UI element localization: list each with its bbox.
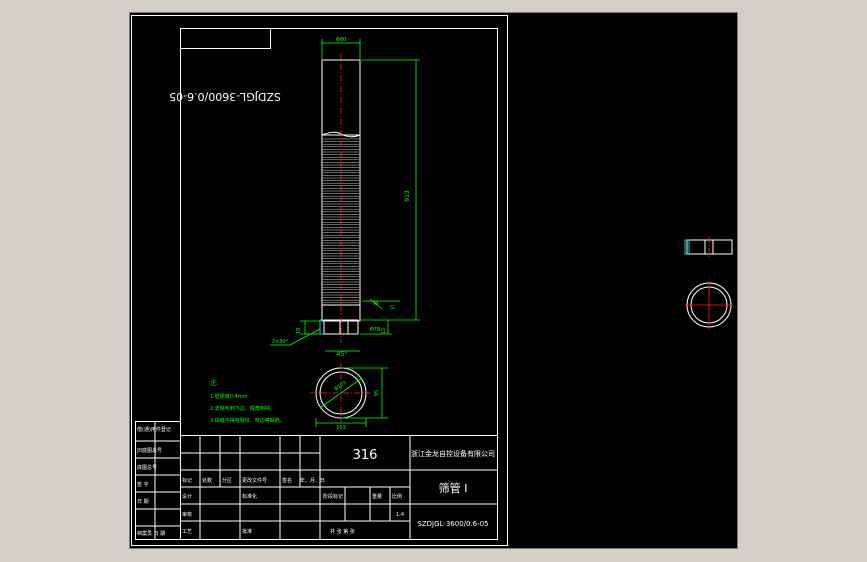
side-archive: 档案员 日 期 xyxy=(137,530,165,537)
note-1: 1.壁厚度0.4mm xyxy=(210,393,248,400)
side-record-panel: 借(通)用件登记 旧底图总号 底图总号 签 字 日 期 档案员 日 期 xyxy=(135,421,181,540)
dim-base-width: Φ78 xyxy=(370,327,380,333)
rotated-code-text: SZDJGL-3600/0.6-05 xyxy=(169,90,281,103)
sheet-label: 共 张 第 张 xyxy=(330,528,355,535)
dim-top-width: Φ80 xyxy=(336,37,346,43)
drawing-number: SZDJGL-3600/0.6-05 xyxy=(417,520,488,528)
rev-zone-label: 分区 xyxy=(222,477,232,484)
standard-label: 标准化 xyxy=(242,493,257,500)
rev-mark-label: 标记 xyxy=(182,477,192,484)
rev-count-label: 处数 xyxy=(202,477,212,484)
scale: 1:4 xyxy=(396,512,404,518)
company: 浙江金龙自控设备有限公司 xyxy=(411,449,495,458)
rotated-code-box: SZDJGL-3600/0.6-05 xyxy=(169,28,281,103)
dim-base-height: 15 xyxy=(381,328,387,334)
dim-height: 913 xyxy=(404,190,411,202)
dim-small: 18 xyxy=(296,328,302,334)
title-block: 标记 处数 分区 更改文件号 签名 年、月、日 设计 标准化 审核 工艺 批准 … xyxy=(180,435,498,540)
check-label: 审核 xyxy=(182,511,192,518)
scale-label: 比例 xyxy=(392,493,402,500)
process-label: 工艺 xyxy=(182,529,192,535)
dim-thread: M xyxy=(373,300,378,307)
section-height: 95 xyxy=(374,390,380,396)
side-trace: 旧底图总号 xyxy=(137,447,162,454)
notes-title: 注: xyxy=(210,379,218,387)
section-width: 103 xyxy=(336,425,346,431)
side-base-no: 底图总号 xyxy=(137,464,157,471)
rev-date-label: 年、月、日 xyxy=(300,477,325,484)
tube-section-view: Φ103 103 95 xyxy=(310,363,388,431)
weight-label: 重量 xyxy=(372,493,382,500)
approve-label: 批准 xyxy=(242,528,252,535)
part-name: 筛管 I xyxy=(439,481,468,495)
model-preview xyxy=(684,237,733,329)
cad-model-viewport[interactable]: SZDJGL-3600/0.6-05 Φ80 913 Φ78 15 18 2×3… xyxy=(129,12,738,549)
screen-tube-front-view xyxy=(319,53,361,343)
dimension-lines: Φ80 913 Φ78 15 18 2×30° 45° M G xyxy=(270,37,420,358)
cad-drawing: SZDJGL-3600/0.6-05 Φ80 913 Φ78 15 18 2×3… xyxy=(131,15,733,546)
stage-label: 阶段标记 xyxy=(323,493,343,500)
rev-sign-label: 签名 xyxy=(282,477,292,484)
dim-angle: 45° xyxy=(337,351,348,358)
dim-side: G xyxy=(390,305,394,311)
side-date: 日 期 xyxy=(137,499,149,505)
rev-docno-label: 更改文件号 xyxy=(242,477,267,484)
note-2: 2.去除毛刺飞边、锐角倒钝。 xyxy=(210,405,275,412)
note-3: 3.焊缝不得有裂纹、咬边等缺陷。 xyxy=(210,417,285,424)
side-used-in: 借(通)用件登记 xyxy=(137,426,171,433)
side-sign: 签 字 xyxy=(137,481,149,488)
technical-notes: 注: 1.壁厚度0.4mm 2.去除毛刺飞边、锐角倒钝。 3.焊缝不得有裂纹、咬… xyxy=(210,379,285,424)
inner-frame xyxy=(180,28,498,540)
design-label: 设计 xyxy=(182,493,192,500)
material: 316 xyxy=(353,448,378,463)
section-diameter: Φ103 xyxy=(333,380,347,393)
dim-chamfer: 2×30° xyxy=(272,339,289,345)
